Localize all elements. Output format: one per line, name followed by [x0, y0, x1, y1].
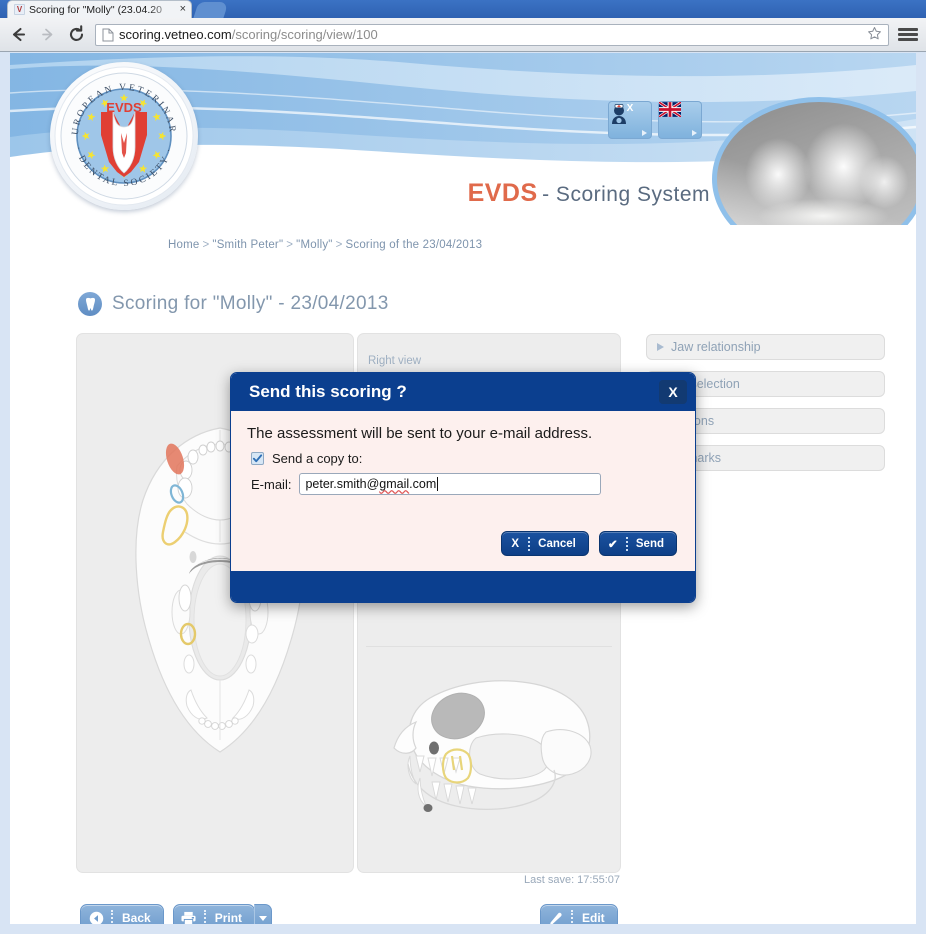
email-value-misspelled: gmail — [379, 477, 410, 491]
breadcrumb-item-owner[interactable]: "Smith Peter" — [212, 239, 283, 251]
send-button[interactable]: ✔ Send — [598, 531, 677, 556]
brand-title: EVDS - Scoring System — [440, 179, 710, 208]
evds-logo: EUROPEAN VETERINARY · DENTAL SOCIETY · — [50, 62, 198, 210]
bottom-actions-left: Back Print — [80, 904, 273, 924]
email-row: E-mail: peter.smith@ gmail .com — [251, 473, 679, 495]
back-arrow-icon[interactable] — [8, 25, 28, 45]
button-divider — [571, 910, 573, 924]
cancel-button[interactable]: X Cancel — [501, 531, 589, 556]
email-input[interactable]: peter.smith@ gmail .com — [299, 473, 602, 495]
breadcrumb: Home > "Smith Peter" > "Molly" > Scoring of th… — [168, 239, 482, 251]
last-save-status: Last save: 17:55:07 — [523, 874, 620, 886]
svg-text:X: X — [627, 103, 634, 114]
tab-favicon-icon: V — [14, 4, 25, 15]
url-path: /scoring/scoring/view/100 — [231, 27, 378, 42]
breadcrumb-separator: > — [286, 239, 294, 251]
send-scoring-dialog: Send this scoring ? X The assessment wil… — [230, 372, 696, 603]
vet-logout-icon[interactable]: X — [608, 101, 652, 139]
text-cursor — [437, 477, 439, 491]
dialog-message: The assessment will be sent to your e-ma… — [247, 425, 593, 442]
dialog-titlebar: Send this scoring ? X — [231, 373, 695, 411]
breadcrumb-separator: > — [335, 239, 343, 251]
chevron-right-icon — [642, 130, 647, 136]
print-button[interactable]: Print — [172, 904, 256, 924]
browser-window: V Scoring for "Molly" (23.04.20 × scorin… — [0, 0, 926, 934]
browser-tab[interactable]: V Scoring for "Molly" (23.04.20 × — [7, 0, 192, 18]
button-divider — [203, 910, 206, 924]
send-copy-label: Send a copy to: — [272, 451, 363, 466]
browser-toolbar: scoring.vetneo.com/scoring/scoring/view/… — [0, 18, 926, 52]
svg-text:EVDS: EVDS — [106, 100, 142, 115]
tab-close-icon[interactable]: × — [179, 4, 187, 15]
print-button-label: Print — [214, 911, 243, 924]
email-value-main: peter.smith@ — [305, 477, 380, 491]
chevron-down-icon — [259, 915, 268, 921]
page-title-text: Scoring for "Molly" - 23/04/2013 — [112, 293, 389, 314]
url-host: scoring.vetneo.com — [119, 27, 232, 42]
accordion-label: Jaw relationship — [671, 340, 761, 354]
breadcrumb-item-patient[interactable]: "Molly" — [296, 239, 332, 251]
check-mark-icon: ✔ — [608, 538, 618, 551]
feline-skull-lateral-diagram[interactable] — [372, 660, 608, 860]
right-view-label: Right view — [368, 355, 422, 367]
breadcrumb-separator: > — [202, 239, 210, 251]
breadcrumb-item-home[interactable]: Home — [168, 239, 199, 251]
x-mark-icon: X — [511, 537, 519, 550]
page-title: Scoring for "Molly" - 23/04/2013 — [78, 292, 389, 316]
email-value-tail: .com — [409, 477, 437, 491]
dialog-title: Send this scoring ? — [249, 382, 407, 401]
tab-title: Scoring for "Molly" (23.04.20 — [29, 3, 162, 16]
dialog-close-button[interactable]: X — [659, 380, 687, 404]
edit-button-label: Edit — [582, 911, 605, 924]
dialog-body: The assessment will be sent to your e-ma… — [231, 411, 695, 495]
tooth-icon — [78, 292, 102, 316]
printer-icon — [174, 911, 204, 924]
panel-divider — [366, 646, 612, 647]
reload-icon[interactable] — [66, 25, 86, 45]
chevron-right-icon — [692, 130, 697, 136]
send-button-label: Send — [635, 537, 664, 550]
hamburger-menu-icon[interactable] — [898, 25, 918, 45]
page-document-icon — [102, 28, 114, 41]
bookmark-star-icon[interactable] — [867, 26, 882, 44]
edit-button[interactable]: Edit — [540, 904, 618, 924]
xray-thumbnail — [712, 97, 916, 225]
breadcrumb-item-scoring[interactable]: Scoring of the 23/04/2013 — [346, 239, 483, 251]
dialog-buttons: X Cancel ✔ Send — [231, 531, 695, 556]
pencil-icon — [541, 911, 571, 924]
site-header: EUROPEAN VETERINARY · DENTAL SOCIETY · — [10, 53, 916, 225]
cancel-button-label: Cancel — [538, 537, 576, 550]
brand-primary: EVDS — [467, 179, 538, 207]
print-dropdown-button[interactable] — [254, 904, 273, 924]
send-copy-checkbox[interactable] — [251, 452, 264, 465]
send-copy-row: Send a copy to: — [251, 451, 679, 466]
bottom-actions-right: Edit — [540, 904, 618, 924]
header-action-icons: X — [608, 101, 702, 139]
email-label: E-mail: — [251, 476, 292, 492]
accordion-item-jaw-relationship[interactable]: Jaw relationship — [646, 334, 885, 360]
address-bar[interactable]: scoring.vetneo.com/scoring/scoring/view/… — [95, 23, 889, 46]
uk-flag-language-icon[interactable] — [658, 101, 702, 139]
forward-arrow-icon[interactable] — [37, 25, 57, 45]
brand-secondary: - Scoring System — [542, 183, 710, 206]
browser-tabstrip: V Scoring for "Molly" (23.04.20 × — [0, 0, 926, 18]
back-circle-icon — [81, 911, 111, 924]
back-button-label: Back — [122, 911, 151, 924]
button-divider — [111, 910, 113, 924]
back-button[interactable]: Back — [80, 904, 164, 924]
new-tab-button[interactable] — [193, 2, 229, 18]
dialog-footer — [231, 571, 695, 602]
chevron-right-icon — [657, 343, 664, 351]
